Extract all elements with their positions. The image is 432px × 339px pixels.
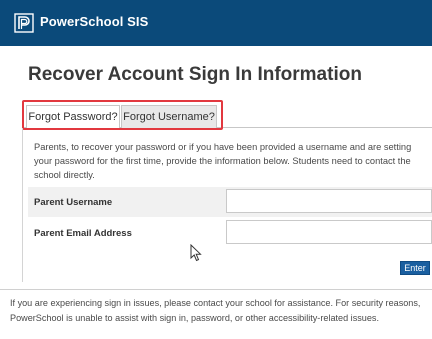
username-label: Parent Username	[34, 197, 113, 208]
email-label: Parent Email Address	[34, 228, 132, 239]
header-bar: PowerSchool SIS	[0, 0, 432, 46]
footer-divider	[0, 289, 432, 290]
instructions-text: Parents, to recover your password or if …	[34, 142, 412, 180]
mouse-pointer-icon	[190, 244, 202, 262]
page-title: Recover Account Sign In Information	[28, 64, 362, 85]
powerschool-logo-icon	[14, 13, 34, 33]
parent-username-input[interactable]	[226, 189, 432, 213]
username-row: Parent Username	[28, 187, 432, 217]
tabs-highlight-box	[22, 100, 223, 130]
parent-email-input[interactable]	[226, 220, 432, 244]
footer-notice: If you are experiencing sign in issues, …	[10, 298, 421, 323]
email-row: Parent Email Address	[28, 219, 432, 249]
brand-name: PowerSchool SIS	[40, 14, 149, 29]
enter-button[interactable]: Enter	[400, 261, 430, 275]
